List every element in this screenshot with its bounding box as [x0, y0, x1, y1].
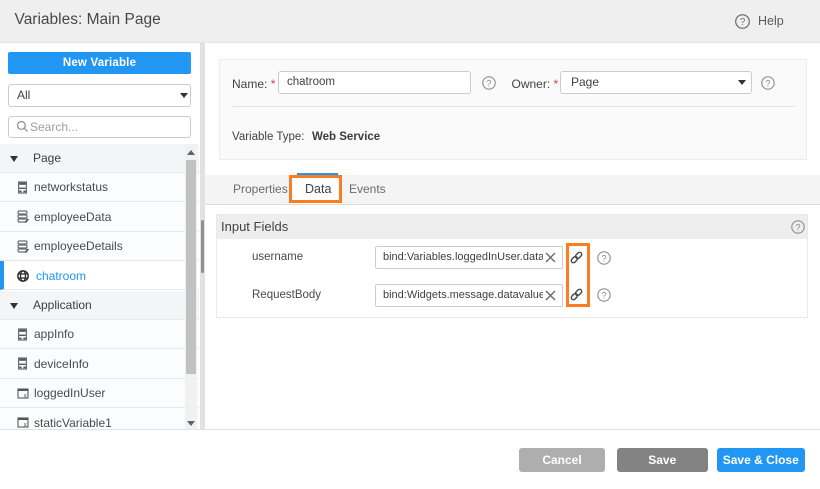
svg-text:?: ?	[486, 78, 491, 88]
svg-text:?: ?	[601, 290, 606, 300]
svg-text:?: ?	[795, 222, 800, 232]
svg-text:?: ?	[765, 78, 770, 88]
svg-text:?: ?	[740, 17, 746, 28]
svg-text:?: ?	[601, 253, 606, 263]
